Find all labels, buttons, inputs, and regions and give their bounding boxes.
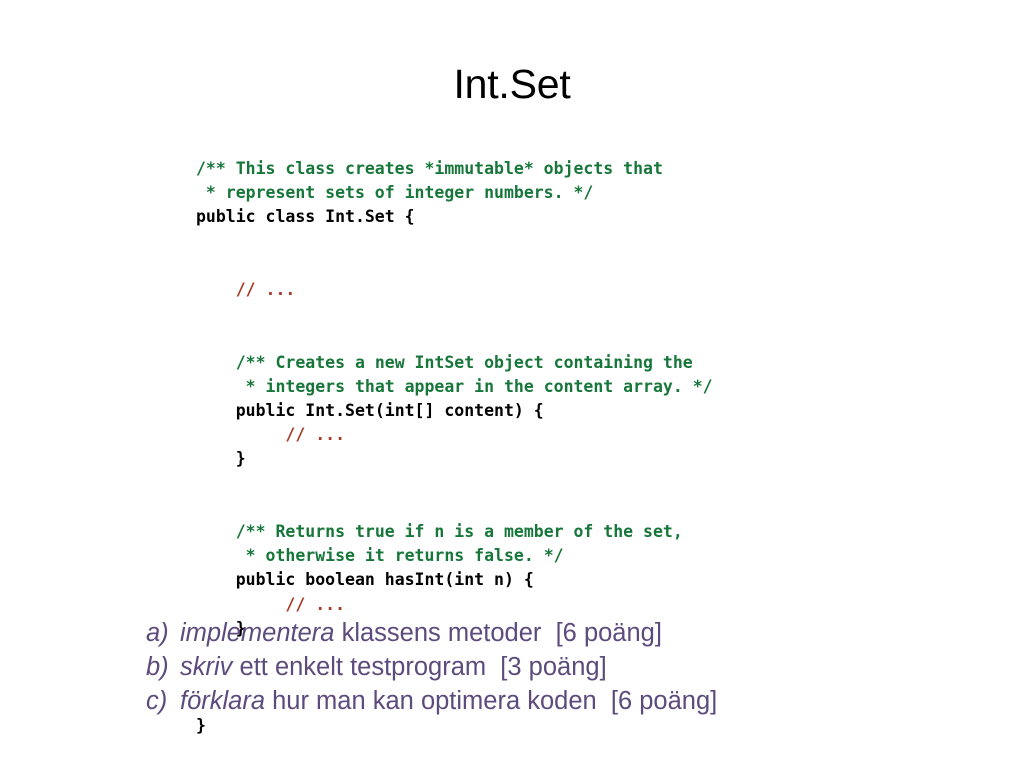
task-points: [6 poäng] <box>541 619 662 647</box>
code-line: public Int.Set(int[] content) { <box>196 399 713 423</box>
task-emphasis: förklara <box>180 687 266 715</box>
code-line: * represent sets of integer numbers. */ <box>196 181 713 205</box>
code-token-code: public boolean hasInt(int n) { <box>235 570 534 590</box>
task-emphasis: skriv <box>180 653 233 681</box>
task-points: [3 poäng] <box>486 653 607 681</box>
slide-canvas: Int.Set /** This class creates *immutabl… <box>0 0 1024 768</box>
code-token-comment: * integers that appear in the content ar… <box>235 376 713 396</box>
code-token-comment: /** This class creates *immutable* objec… <box>196 159 663 178</box>
code-token-comment: * otherwise it returns false. */ <box>235 546 564 566</box>
task-emphasis: implementera <box>180 619 335 647</box>
code-token-code: } <box>196 715 206 735</box>
code-token-slash: // ... <box>285 594 346 614</box>
task-marker: b) <box>146 653 169 681</box>
task-marker: c) <box>146 687 168 715</box>
code-token-slash: // ... <box>235 279 296 299</box>
task-list: a) implementera klassens metoder [6 poäng… <box>146 616 717 718</box>
code-token-comment: /** Returns true if n is a member of the… <box>235 521 683 541</box>
code-line: * otherwise it returns false. */ <box>196 544 713 568</box>
code-token-comment: * represent sets of integer numbers. */ <box>196 183 594 203</box>
code-token-code: public Int.Set(int[] content) { <box>235 400 544 420</box>
code-line: // ... <box>196 593 713 617</box>
list-item: b) skriv ett enkelt testprogram [3 poäng] <box>146 650 717 684</box>
code-line: // ... <box>196 423 713 447</box>
list-item: c) förklara hur man kan optimera koden [6… <box>146 684 717 718</box>
code-line: /** This class creates *immutable* objec… <box>196 157 713 181</box>
code-token-code: } <box>235 449 246 469</box>
code-line: public class Int.Set { <box>196 205 713 229</box>
code-line: } <box>196 447 713 471</box>
code-line: * integers that appear in the content ar… <box>196 375 713 399</box>
task-text: ett enkelt testprogram <box>232 653 487 681</box>
page-title: Int.Set <box>453 61 571 107</box>
task-marker: a) <box>146 619 169 647</box>
code-line: /** Creates a new IntSet object containi… <box>196 351 713 375</box>
list-item: a) implementera klassens metoder [6 poäng… <box>146 616 717 650</box>
task-points: [6 poäng] <box>596 687 718 715</box>
code-line: // ... <box>196 278 713 302</box>
task-text: hur man kan optimera koden <box>265 687 597 715</box>
task-text: klassens metoder <box>334 619 542 647</box>
code-line: /** Returns true if n is a member of the… <box>196 520 713 544</box>
code-line: public boolean hasInt(int n) { <box>196 568 713 592</box>
code-token-code: public class Int.Set { <box>196 207 415 227</box>
code-token-slash: // ... <box>285 425 346 445</box>
code-token-comment: /** Creates a new IntSet object containi… <box>235 352 693 372</box>
